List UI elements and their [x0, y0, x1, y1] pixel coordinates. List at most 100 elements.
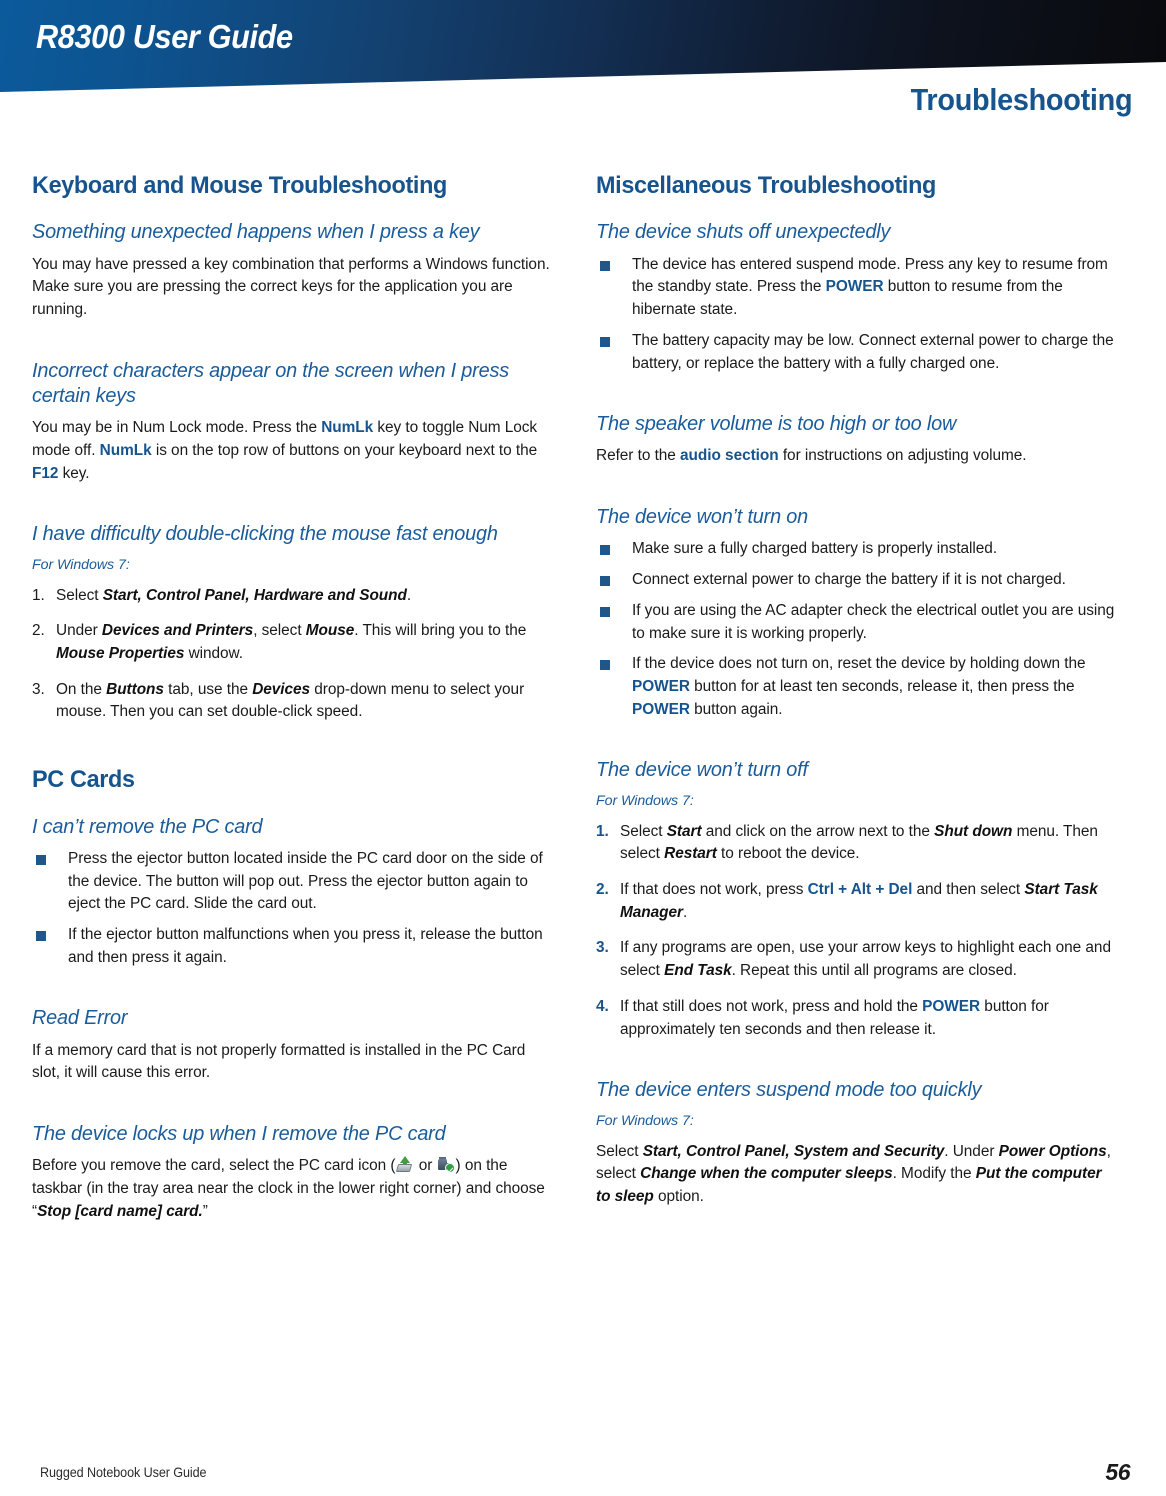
numbered-step: 3. If any programs are open, use your arr…	[596, 937, 1116, 982]
usb-safe-remove-icon	[437, 1157, 455, 1174]
text-run: . Modify the	[892, 1165, 976, 1183]
key-name-f12: F12	[32, 464, 59, 482]
subheading-incorrect-characters: Incorrect characters appear on the scree…	[32, 358, 509, 407]
paragraph-read-error: If a memory card that is not properly fo…	[32, 1041, 526, 1082]
paragraph-speaker-volume: Refer to the audio section for instructi…	[596, 445, 1116, 468]
text-run: option.	[653, 1187, 704, 1205]
cross-reference-audio-section[interactable]: audio section	[680, 447, 779, 464]
steps-wont-turn-off: 1. Select Start and click on the arrow ne…	[596, 821, 1116, 1042]
left-column: Keyboard and Mouse Troubleshooting Somet…	[32, 172, 552, 1229]
guide-title: R8300 User Guide	[36, 18, 293, 55]
text-run: Select	[596, 1142, 643, 1160]
text-run: . Under	[944, 1142, 999, 1160]
text-run: On the	[56, 680, 107, 698]
key-name-power: POWER	[632, 700, 690, 718]
text-run: window.	[184, 645, 243, 662]
ui-element-name: Shut down	[934, 822, 1013, 840]
text-run: Before you remove the card, select the P…	[32, 1157, 396, 1175]
text-run: If that still does not work, press and h…	[620, 997, 923, 1015]
key-name-power: POWER	[632, 677, 690, 695]
subheading-double-click: I have difficulty double-clicking the mo…	[32, 522, 498, 546]
numbered-step: 1. Select Start, Control Panel, Hardware …	[32, 585, 552, 608]
list-item: The battery capacity may be low. Connect…	[596, 330, 1116, 375]
list-item: If you are using the AC adapter check th…	[596, 600, 1116, 645]
bullets-shuts-off: The device has entered suspend mode. Pre…	[596, 254, 1116, 376]
right-column: Miscellaneous Troubleshooting The device…	[596, 172, 1116, 1215]
text-run: You may have pressed a key combination t…	[32, 255, 426, 273]
text-run: .	[682, 903, 688, 921]
text-run: or	[414, 1157, 437, 1175]
list-item: Make sure a fully charged battery is pro…	[596, 538, 1116, 561]
text-run: . Repeat this until all programs are clo…	[731, 962, 1017, 980]
list-item: Connect external power to charge the bat…	[596, 569, 1116, 592]
subheading-shuts-off: The device shuts off unexpectedly	[596, 220, 891, 244]
ui-element-name: Devices and Printers	[101, 622, 254, 640]
ui-element-name: Start, Control Panel, Hardware and Sound	[102, 586, 407, 604]
step-number: 1.	[32, 586, 45, 604]
numbered-step: 2. Under Devices and Printers, select Mou…	[32, 620, 552, 665]
list-item: Press the ejector button located inside …	[32, 848, 552, 916]
numbered-step: 3. On the Buttons tab, use the Devices dr…	[32, 679, 552, 724]
ui-element-name: Start, Control Panel, System and Securit…	[642, 1142, 945, 1160]
numbered-step: 4. If that still does not work, press and…	[596, 996, 1116, 1041]
text-run: , select	[253, 622, 306, 640]
subheading-suspend-too-quickly: The device enters suspend mode too quick…	[596, 1078, 982, 1102]
ui-element-name: Change when the computer sleeps	[640, 1165, 893, 1183]
key-name-numlk: NumLk	[321, 419, 374, 437]
page-number: 56	[1105, 1459, 1130, 1485]
text-run: is on the top row of buttons on your key…	[151, 441, 538, 459]
key-name: POWER	[922, 997, 981, 1015]
for-windows-label: For Windows 7:	[32, 556, 130, 573]
section-heading-pc-cards: PC Cards	[32, 766, 135, 794]
paragraph-device-locks-up: Before you remove the card, select the P…	[32, 1155, 552, 1223]
text-run: key.	[58, 464, 90, 482]
text-run: If that does not work, press	[620, 881, 808, 899]
text-run: tab, use the	[163, 680, 253, 698]
text-run: ”	[202, 1202, 208, 1220]
text-run: You may be in Num Lock mode. Press the	[32, 419, 322, 437]
numbered-step: 2. If that does not work, press Ctrl + Al…	[596, 879, 1116, 924]
for-windows-label: For Windows 7:	[596, 792, 694, 809]
subheading-wont-turn-off: The device won’t turn off	[596, 758, 808, 782]
bullets-wont-turn-on: Make sure a fully charged battery is pro…	[596, 538, 1116, 721]
subheading-speaker-volume: The speaker volume is too high or too lo…	[596, 412, 957, 436]
ui-element-name: Mouse Properties	[56, 645, 185, 662]
subheading-wont-turn-on: The device won’t turn on	[596, 505, 809, 529]
subheading-device-locks-up: The device locks up when I remove the PC…	[32, 1122, 446, 1146]
step-number: 3.	[596, 939, 609, 957]
text-run: and click on the arrow next to the	[701, 822, 935, 840]
text-run: Select	[56, 586, 103, 604]
subheading-read-error: Read Error	[32, 1006, 128, 1030]
ui-element-name: End Task	[664, 962, 732, 980]
text-run: Select	[620, 822, 667, 840]
page-footer: Rugged Notebook User Guide 56	[0, 1444, 1166, 1496]
bullets-cant-remove-card: Press the ejector button located inside …	[32, 848, 552, 970]
subheading-cant-remove-card: I can’t remove the PC card	[32, 814, 263, 838]
paragraph-suspend-too-quickly: Select Start, Control Panel, System and …	[596, 1141, 1116, 1209]
text-run: . This will bring you to the	[354, 622, 527, 640]
key-name-numlk: NumLk	[99, 441, 152, 459]
footer-guide-label: Rugged Notebook User Guide	[40, 1464, 207, 1480]
key-name-power: POWER	[825, 278, 884, 296]
text-run: and then select	[912, 881, 1025, 899]
text-run: button again.	[689, 700, 783, 718]
section-heading-miscellaneous: Miscellaneous Troubleshooting	[596, 172, 937, 199]
ui-element-name: Mouse	[305, 622, 355, 640]
text-run: button for at least ten seconds, release…	[689, 677, 1075, 695]
step-number: 2.	[596, 881, 609, 899]
text-run: to reboot the device.	[716, 845, 860, 863]
step-number: 1.	[596, 822, 609, 840]
step-number: 3.	[32, 680, 45, 698]
section-heading-keyboard-mouse: Keyboard and Mouse Troubleshooting	[32, 172, 448, 199]
key-name: Ctrl + Alt + Del	[807, 881, 913, 899]
text-run: for instructions on adjusting volume.	[778, 447, 1027, 465]
pc-card-eject-icon	[396, 1156, 413, 1173]
subheading-unexpected-key: Something unexpected happens when I pres…	[32, 220, 480, 244]
text-run: Refer to the	[596, 447, 681, 465]
list-item: The device has entered suspend mode. Pre…	[596, 254, 1116, 322]
for-windows-label: For Windows 7:	[596, 1112, 694, 1129]
ui-element-name: Devices	[252, 680, 311, 698]
list-item: If the ejector button malfunctions when …	[32, 924, 552, 969]
text-run: Under	[56, 622, 102, 640]
ui-element-name: Restart	[664, 845, 717, 863]
